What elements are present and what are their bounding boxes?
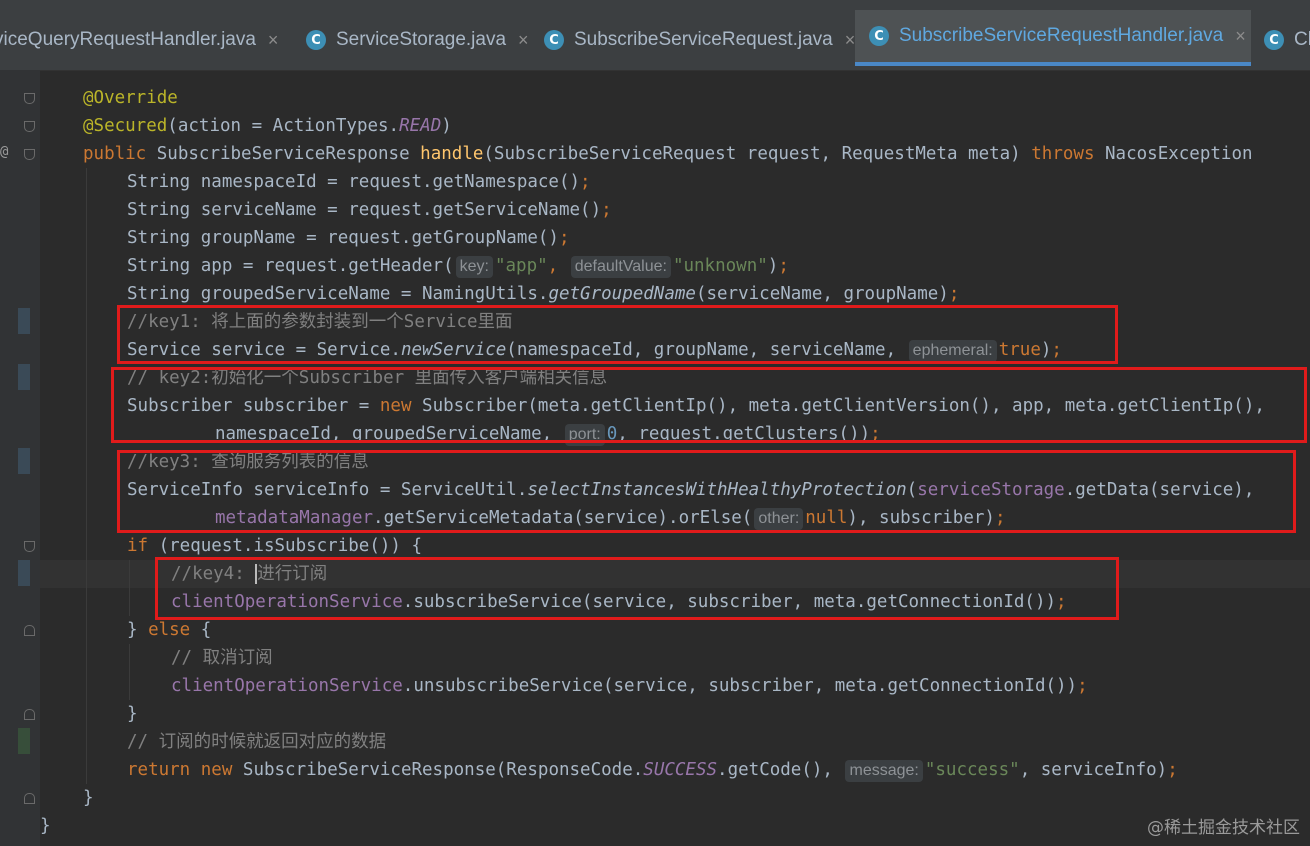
code-line: if (request.isSubscribe()) { <box>127 536 423 556</box>
code-line: } <box>127 704 138 724</box>
close-icon[interactable]: × <box>845 30 856 51</box>
parameter-hint: key: <box>455 256 493 278</box>
vcs-added-marker[interactable] <box>18 728 30 754</box>
tab-label: ServiceStorage.java <box>336 29 507 50</box>
vcs-change-marker[interactable] <box>18 308 30 334</box>
highlight-box-key1 <box>117 305 1118 364</box>
code-line: return new SubscribeServiceResponse(Resp… <box>127 760 1178 782</box>
code-line: clientOperationService.unsubscribeServic… <box>171 676 1088 696</box>
highlight-box-key2 <box>111 367 1307 443</box>
code-line: public SubscribeServiceResponse handle(S… <box>83 144 1253 164</box>
code-line: String namespaceId = request.getNamespac… <box>127 172 591 192</box>
fold-icon[interactable] <box>24 709 35 720</box>
tab-subscribe-service-request-handler[interactable]: C SubscribeServiceRequestHandler.java × <box>855 10 1251 66</box>
tab-label: Cli <box>1294 29 1310 50</box>
parameter-hint: message: <box>845 760 923 782</box>
fold-icon[interactable] <box>24 121 35 132</box>
editor-tab-bar: viceQueryRequestHandler.java × C Service… <box>0 0 1310 71</box>
code-line: String groupedServiceName = NamingUtils.… <box>127 284 960 304</box>
fold-icon[interactable] <box>24 793 35 804</box>
java-class-icon: C <box>544 30 564 50</box>
tab-label: SubscribeServiceRequestHandler.java <box>899 25 1224 46</box>
code-line: String serviceName = request.getServiceN… <box>127 200 612 220</box>
fold-icon[interactable] <box>24 93 35 104</box>
code-line: } <box>83 788 94 808</box>
code-line: String app = request.getHeader(key: "app"… <box>127 256 789 278</box>
code-comment: // 取消订阅 <box>171 648 273 668</box>
code-line: @Override <box>83 88 178 108</box>
indent-guide <box>129 644 130 700</box>
close-icon[interactable]: × <box>268 30 279 51</box>
tab-subscribe-service-request[interactable]: C SubscribeServiceRequest.java × <box>544 10 855 70</box>
indent-guide <box>86 168 87 784</box>
tab-service-storage[interactable]: C ServiceStorage.java × <box>306 10 529 70</box>
tab-vice-query-request-handler[interactable]: viceQueryRequestHandler.java × <box>0 10 278 70</box>
java-class-icon: C <box>869 26 889 46</box>
vcs-change-marker[interactable] <box>18 448 30 474</box>
vcs-change-marker[interactable] <box>18 560 30 586</box>
highlight-box-key3 <box>117 450 1296 533</box>
watermark: @稀土掘金技术社区 <box>1147 818 1300 838</box>
highlight-box-key4 <box>155 557 1119 620</box>
fold-icon[interactable] <box>24 149 35 160</box>
java-class-icon: C <box>306 30 326 50</box>
close-icon[interactable]: × <box>1235 26 1246 47</box>
fold-icon[interactable] <box>24 625 35 636</box>
tab-cli[interactable]: C Cli <box>1264 10 1310 70</box>
tab-label: viceQueryRequestHandler.java <box>0 29 256 50</box>
override-method-icon[interactable]: @ <box>0 144 8 160</box>
tab-label: SubscribeServiceRequest.java <box>574 29 833 50</box>
fold-icon[interactable] <box>24 541 35 552</box>
code-line: } <box>40 816 51 836</box>
code-comment: // 订阅的时候就返回对应的数据 <box>127 732 387 752</box>
parameter-hint: defaultValue: <box>570 256 671 278</box>
java-class-icon: C <box>1264 30 1284 50</box>
close-icon[interactable]: × <box>518 30 529 51</box>
code-line: String groupName = request.getGroupName(… <box>127 228 570 248</box>
indent-guide <box>129 560 130 616</box>
code-line: } else { <box>127 620 212 640</box>
vcs-change-marker[interactable] <box>18 364 30 390</box>
code-line: @Secured(action = ActionTypes.READ) <box>83 116 452 136</box>
